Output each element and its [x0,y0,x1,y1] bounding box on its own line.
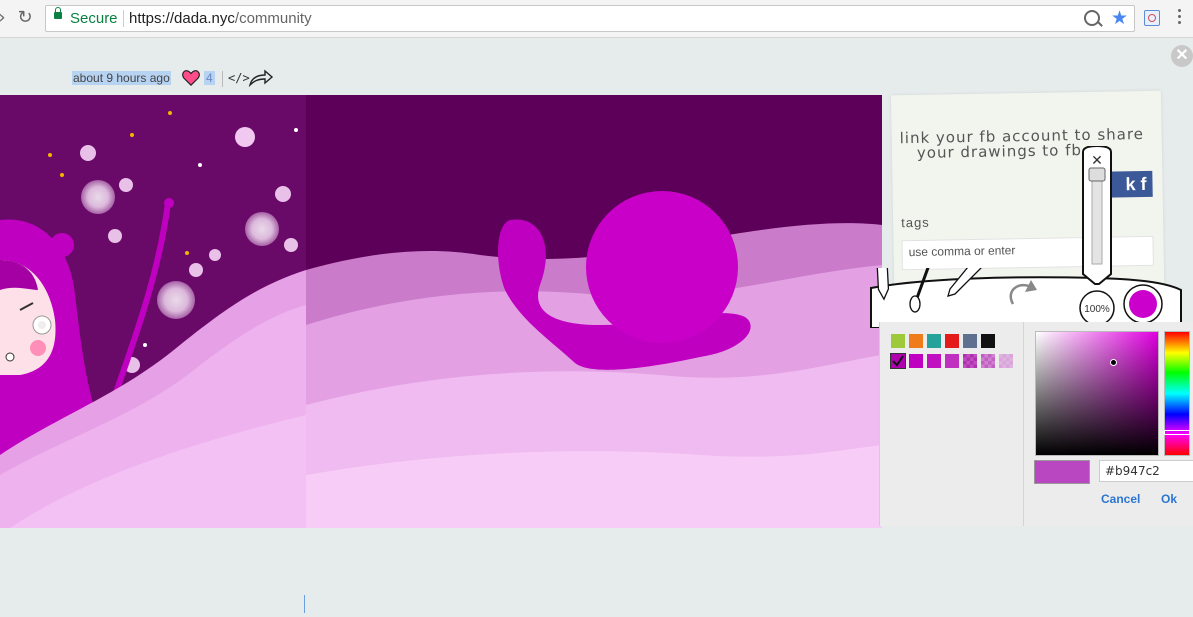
swatch-orange[interactable] [909,334,923,348]
swatch-magenta-4[interactable] [963,354,977,368]
post-timestamp: about 9 hours ago [72,71,171,85]
hex-input[interactable]: #b947c2 [1099,460,1193,482]
drawing-toolbar: 100% [870,268,1182,328]
color-cursor[interactable] [1110,359,1117,366]
ok-button[interactable]: Ok [1161,492,1177,506]
text-caret [304,595,305,613]
url-text[interactable]: https://dada.nyc/community [129,10,312,27]
address-bar[interactable]: Secure https://dada.nyc/community ★ [45,5,1135,32]
browser-toolbar: › ↻ Secure https://dada.nyc/community ★ [0,0,1193,38]
swatch-teal[interactable] [927,334,941,348]
facebook-link-button[interactable]: k f [1107,170,1153,198]
close-icon[interactable]: ✕ [1171,45,1193,67]
current-color-button[interactable] [1123,284,1163,324]
swatch-black[interactable] [981,334,995,348]
slider-handle[interactable] [1088,167,1106,182]
saturation-value-picker[interactable] [1035,331,1159,456]
omnibox-divider [123,10,124,27]
swatch-magenta-1[interactable] [909,354,923,368]
checkmark-icon [892,355,904,367]
bookmark-star-icon[interactable]: ★ [1111,7,1128,29]
secure-label: Secure [70,10,118,27]
embed-code-icon[interactable]: </> [228,71,250,85]
brush-size-slider[interactable]: ✕ [1081,146,1113,286]
color-preview [1034,460,1090,484]
forward-icon[interactable]: › [0,8,12,28]
swatch-selected[interactable] [890,353,906,369]
swatch-magenta-2[interactable] [927,354,941,368]
swatch-magenta-3[interactable] [945,354,959,368]
close-icon[interactable]: ✕ [1091,153,1103,169]
heart-icon[interactable] [182,69,200,87]
zoom-level-indicator[interactable]: 100% [1079,290,1115,326]
reload-icon[interactable]: ↻ [15,8,35,28]
drawing-canvas[interactable] [0,95,882,528]
panel-divider [1023,322,1024,526]
cancel-button[interactable]: Cancel [1101,492,1140,506]
swatch-magenta-6[interactable] [999,354,1013,368]
swatch-green[interactable] [891,334,905,348]
browser-menu-icon[interactable] [1178,9,1181,25]
hue-handle[interactable] [1164,430,1190,435]
extension-icon[interactable] [1144,10,1160,26]
swatch-slate[interactable] [963,334,977,348]
share-icon[interactable] [248,69,274,87]
hue-slider[interactable] [1164,331,1190,456]
zoom-level-text: 100% [1084,304,1110,315]
url-host: https://dada.nyc [129,10,235,27]
meta-divider [222,71,223,87]
lock-icon [54,7,62,19]
tags-label: tags [901,214,930,231]
color-picker-panel: #b947c2 Cancel Ok [879,322,1193,526]
url-path: /community [234,10,312,27]
swatch-magenta-5[interactable] [981,354,995,368]
like-count: 4 [204,71,215,85]
zoom-icon[interactable] [1084,10,1100,26]
swatch-red[interactable] [945,334,959,348]
tags-input[interactable]: use comma or enter [901,235,1154,271]
